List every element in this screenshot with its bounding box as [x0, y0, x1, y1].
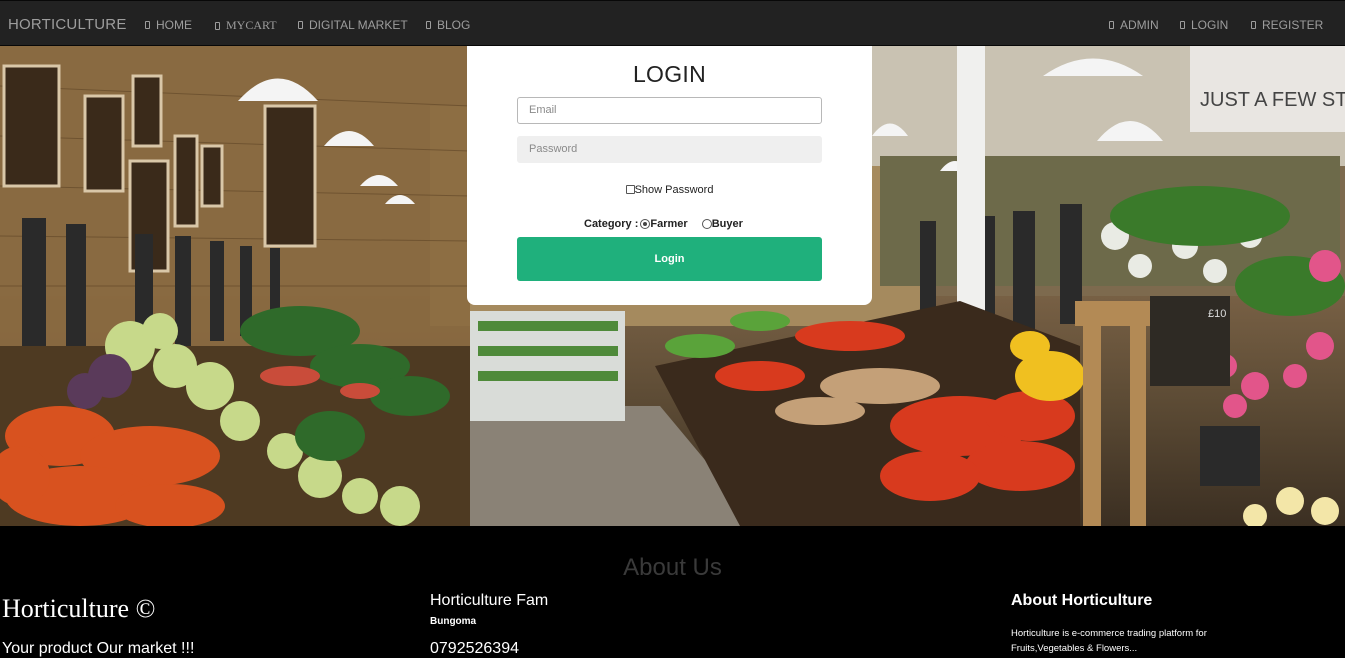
password-placeholder: Password	[529, 143, 578, 155]
nav-admin[interactable]: ADMIN	[1109, 18, 1159, 32]
buyer-radio-label[interactable]: Buyer	[712, 218, 743, 230]
footer-brand: Horticulture ©	[2, 594, 156, 623]
nav-mycart[interactable]: MYCART	[215, 18, 277, 33]
footer-fam-name: Horticulture Fam	[430, 592, 549, 609]
password-field[interactable]: Password	[517, 136, 822, 163]
nav-register-label: REGISTER	[1262, 18, 1324, 32]
show-password-checkbox[interactable]	[625, 185, 635, 194]
footer-fam-phone: 0792526394	[430, 640, 519, 657]
about-us-heading: About Us	[623, 554, 722, 581]
brand-link[interactable]: HORTICULTURE	[8, 16, 127, 33]
nav-admin-label: ADMIN	[1120, 18, 1159, 32]
nav-mycart-label: MYCART	[226, 18, 277, 32]
register-icon	[1251, 21, 1256, 29]
farmer-radio[interactable]	[640, 219, 651, 229]
buyer-radio[interactable]	[701, 219, 712, 229]
footer-fam-location: Bungoma	[430, 616, 477, 627]
footer-about-title: About Horticulture	[1011, 592, 1153, 609]
nav-digital-market-label: DIGITAL MARKET	[309, 18, 408, 32]
blog-icon	[426, 21, 431, 29]
footer-about-text: Horticulture is e-commerce trading platf…	[1011, 628, 1207, 654]
email-field[interactable]: Email	[517, 97, 822, 124]
home-icon	[145, 21, 150, 29]
footer: About Us Horticulture © Your product Our…	[0, 526, 1345, 658]
login-button[interactable]: Login	[517, 237, 822, 281]
admin-icon	[1109, 21, 1114, 29]
farmer-radio-label[interactable]: Farmer	[650, 218, 687, 230]
nav-register[interactable]: REGISTER	[1251, 18, 1323, 32]
store-sign-text: JUST A FEW STEP	[1200, 89, 1345, 111]
nav-blog-label: BLOG	[437, 18, 471, 32]
nav-blog[interactable]: BLOG	[426, 18, 470, 32]
nav-home[interactable]: HOME	[145, 18, 192, 32]
top-navbar: HORTICULTURE HOME MYCART DIGITAL MARKET …	[0, 0, 1345, 46]
nav-login[interactable]: LOGIN	[1180, 18, 1228, 32]
nav-home-label: HOME	[156, 18, 192, 32]
show-password-label[interactable]: Show Password	[635, 184, 714, 196]
nav-login-label: LOGIN	[1191, 18, 1229, 32]
cart-icon	[215, 21, 220, 30]
nav-digital-market[interactable]: DIGITAL MARKET	[298, 18, 408, 32]
login-title: LOGIN	[632, 61, 707, 87]
price-tag-text: £10	[1208, 308, 1226, 320]
footer-tagline: Your product Our market !!!	[2, 640, 195, 657]
login-card: LOGIN Email Password Show Password Categ…	[467, 46, 872, 305]
email-placeholder: Email	[529, 104, 557, 116]
category-label: Category :	[584, 218, 639, 230]
login-icon	[1180, 21, 1185, 29]
category-selector: Category : Farmer Buyer	[584, 218, 743, 230]
market-icon	[298, 21, 303, 29]
show-password-row: Show Password	[467, 184, 872, 196]
